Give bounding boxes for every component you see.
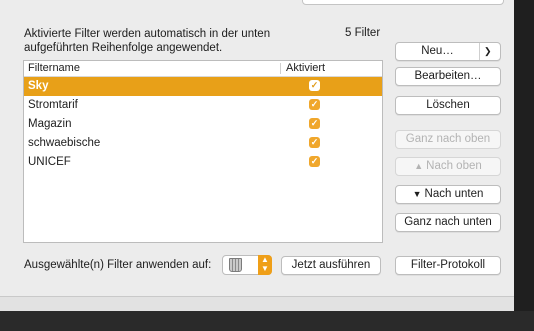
chevron-up-icon: ▲ <box>414 161 424 171</box>
activated-checkbox[interactable]: ✓ <box>309 99 320 110</box>
filter-row[interactable]: schwaebische ✓ <box>24 134 382 153</box>
filter-row-name: schwaebische <box>28 137 101 149</box>
filter-log-button[interactable]: Filter-Protokoll <box>395 256 501 275</box>
apply-filters-label: Ausgewählte(n) Filter anwenden auf: <box>24 259 212 271</box>
activated-checkbox[interactable]: ✓ <box>309 80 320 91</box>
filter-row[interactable]: Sky ✓ <box>24 77 382 96</box>
column-header-filtername[interactable]: Filtername <box>28 62 80 74</box>
chevron-down-icon[interactable]: ❯ <box>484 43 492 60</box>
column-header-activated[interactable]: Aktiviert <box>286 62 325 74</box>
filter-row-name: UNICEF <box>28 156 71 168</box>
filter-row[interactable]: Stromtarif ✓ <box>24 96 382 115</box>
move-up-label: Nach oben <box>426 160 482 172</box>
filter-row-name: Magazin <box>28 118 72 130</box>
new-filter-split-button[interactable]: Neu… ❯ <box>395 42 501 61</box>
filter-count: 5 Filter <box>345 27 381 39</box>
new-filter-button-label[interactable]: Neu… <box>396 43 479 60</box>
activated-checkbox[interactable]: ✓ <box>309 137 320 148</box>
edit-filter-button[interactable]: Bearbeiten… <box>395 67 501 86</box>
move-up-button[interactable]: ▲ Nach oben <box>395 157 501 176</box>
filter-order-description: Aktivierte Filter werden automatisch in … <box>24 28 271 54</box>
delete-filter-button[interactable]: Löschen <box>395 96 501 115</box>
filter-row[interactable]: Magazin ✓ <box>24 115 382 134</box>
move-down-label: Nach unten <box>424 188 484 200</box>
sheet-bottom-bar <box>0 296 514 312</box>
window-backdrop-bottom <box>0 311 534 331</box>
activated-checkbox[interactable]: ✓ <box>309 118 320 129</box>
run-now-button[interactable]: Jetzt ausführen <box>281 256 381 275</box>
move-down-button[interactable]: ▼ Nach unten <box>395 185 501 204</box>
top-partial-control <box>302 0 504 5</box>
activated-checkbox[interactable]: ✓ <box>309 156 320 167</box>
filter-row-name: Stromtarif <box>28 99 78 111</box>
column-divider <box>280 63 281 74</box>
filter-row[interactable]: UNICEF ✓ <box>24 153 382 172</box>
filter-list-header: Filtername Aktiviert <box>24 61 382 77</box>
trash-can-icon <box>229 258 242 272</box>
chevron-down-icon: ▼ <box>412 189 422 199</box>
move-to-bottom-button[interactable]: Ganz nach unten <box>395 213 501 232</box>
split-divider <box>479 43 480 60</box>
move-to-top-button[interactable]: Ganz nach oben <box>395 130 501 149</box>
filter-row-name: Sky <box>28 80 49 92</box>
filter-list[interactable]: Filtername Aktiviert Sky ✓ Stromtarif ✓ Maga… <box>23 60 383 243</box>
apply-target-popup[interactable]: ▲ ▼ <box>222 255 272 275</box>
popup-stepper-icon[interactable]: ▲ ▼ <box>258 255 272 275</box>
window-backdrop-right <box>514 0 534 331</box>
